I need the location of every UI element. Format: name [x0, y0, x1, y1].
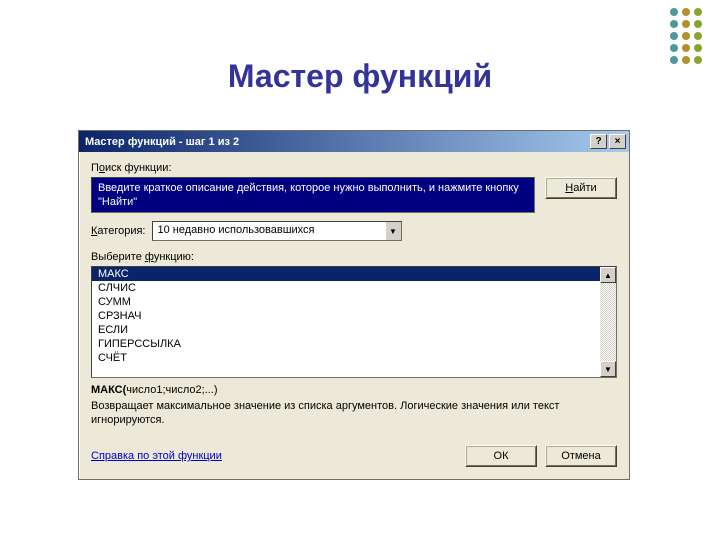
- question-icon: ?: [595, 137, 601, 147]
- close-icon: ×: [615, 137, 621, 147]
- dialog-title: Мастер функций - шаг 1 из 2: [85, 136, 588, 148]
- list-item[interactable]: ГИПЕРССЫЛКА: [92, 337, 600, 351]
- function-syntax: МАКС(число1;число2;...): [91, 384, 617, 396]
- search-label: Поиск функции:: [91, 162, 617, 174]
- help-link[interactable]: Справка по этой функции: [91, 450, 222, 462]
- function-wizard-dialog: Мастер функций - шаг 1 из 2 ? × Поиск фу…: [78, 130, 630, 480]
- cancel-button[interactable]: Отмена: [545, 445, 617, 467]
- slide-title: Мастер функций: [0, 58, 720, 95]
- function-description: Возвращает максимальное значение из спис…: [91, 399, 617, 427]
- search-input[interactable]: [91, 177, 535, 213]
- help-button[interactable]: ?: [590, 134, 607, 149]
- titlebar: Мастер функций - шаг 1 из 2 ? ×: [79, 131, 629, 152]
- scrollbar[interactable]: ▲ ▼: [600, 267, 616, 377]
- category-label: Категория:: [91, 225, 146, 237]
- list-item[interactable]: СУММ: [92, 295, 600, 309]
- list-item[interactable]: СРЗНАЧ: [92, 309, 600, 323]
- function-listbox[interactable]: МАКССЛЧИССУММСРЗНАЧЕСЛИГИПЕРССЫЛКАСЧЁТ: [92, 267, 600, 377]
- decorative-dots: [670, 8, 702, 64]
- list-item[interactable]: СЛЧИС: [92, 281, 600, 295]
- category-dropdown[interactable]: 10 недавно использовавшихся ▼: [152, 221, 402, 241]
- scroll-track[interactable]: [600, 283, 616, 361]
- scroll-up-icon[interactable]: ▲: [600, 267, 616, 283]
- chevron-down-icon[interactable]: ▼: [385, 222, 401, 240]
- category-value: 10 недавно использовавшихся: [153, 222, 385, 240]
- close-button[interactable]: ×: [609, 134, 626, 149]
- list-item[interactable]: МАКС: [92, 267, 600, 281]
- list-item[interactable]: ЕСЛИ: [92, 323, 600, 337]
- list-item[interactable]: СЧЁТ: [92, 351, 600, 365]
- find-button[interactable]: Найти: [545, 177, 617, 199]
- ok-button[interactable]: ОК: [465, 445, 537, 467]
- select-function-label: Выберите функцию:: [91, 251, 617, 263]
- scroll-down-icon[interactable]: ▼: [600, 361, 616, 377]
